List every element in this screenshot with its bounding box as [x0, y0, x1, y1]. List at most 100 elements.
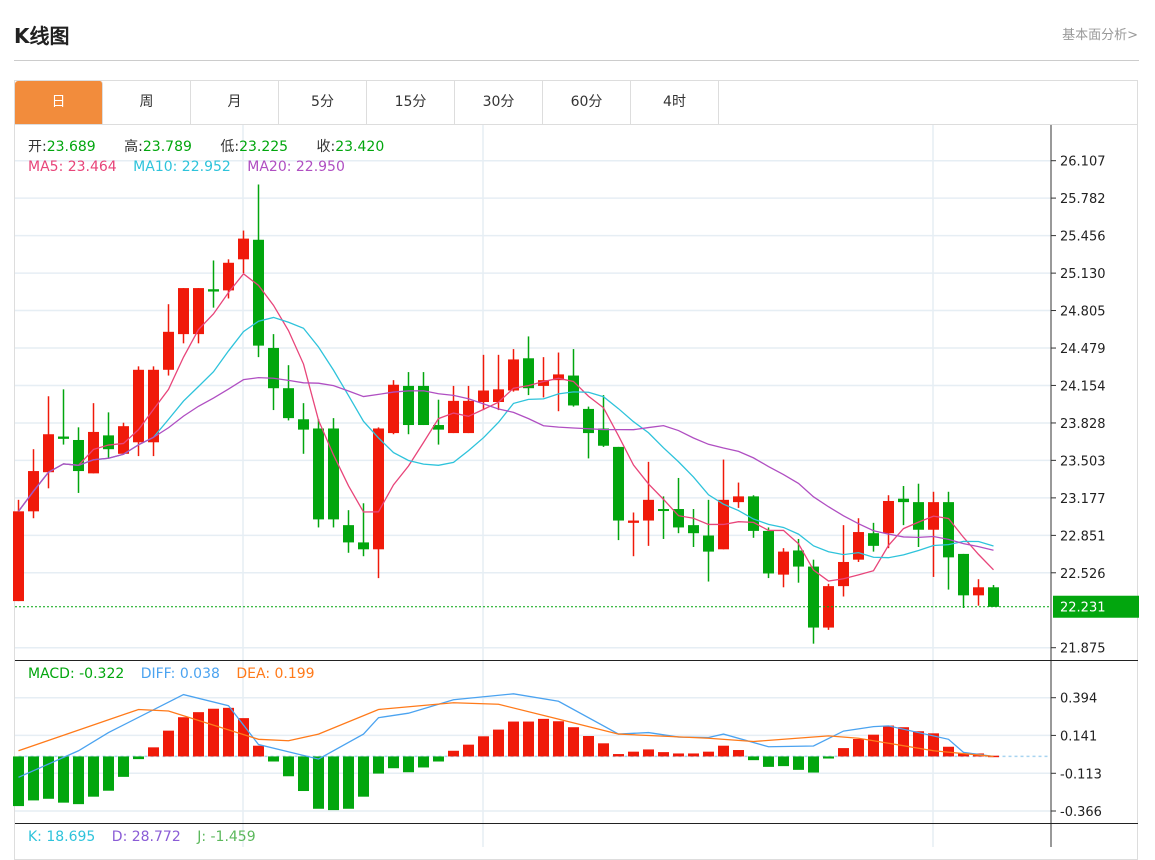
macd-bar — [103, 756, 114, 791]
candle-down — [988, 587, 999, 607]
macd-bar — [388, 756, 399, 769]
macd-bar — [73, 756, 84, 805]
macd-bar — [808, 756, 819, 773]
macd-bar — [28, 756, 39, 801]
candle-up — [493, 389, 504, 403]
high-value: 23.789 — [142, 139, 192, 155]
macd-bar — [838, 748, 849, 757]
candle-down — [73, 439, 84, 472]
diff-value: DIFF: 0.038 — [140, 666, 220, 682]
y-tick-label: 24.154 — [1060, 379, 1106, 394]
high-label: 高: — [124, 139, 143, 155]
macd-bar — [58, 756, 69, 803]
ma20-line — [17, 376, 994, 551]
y-tick-label: 24.479 — [1060, 342, 1106, 357]
macd-bar — [628, 751, 639, 757]
candle-up — [238, 238, 249, 260]
macd-tick-label: -0.113 — [1060, 767, 1102, 782]
macd-bar — [163, 730, 174, 757]
candle-down — [283, 388, 294, 419]
candle-down — [868, 533, 879, 546]
candle-up — [778, 551, 789, 575]
macd-bar — [778, 756, 789, 767]
y-tick-label: 23.828 — [1060, 417, 1106, 432]
y-tick-label: 25.782 — [1060, 192, 1106, 207]
d-value: D: 28.772 — [111, 829, 181, 845]
macd-bar — [223, 707, 234, 757]
open-value: 23.689 — [46, 139, 96, 155]
candle-down — [253, 239, 264, 346]
candle-up — [448, 400, 459, 434]
macd-bar — [613, 754, 624, 757]
macd-tick-label: 0.394 — [1060, 692, 1097, 707]
dea-value: DEA: 0.199 — [236, 666, 315, 682]
candle-down — [58, 436, 69, 439]
candle-up — [838, 561, 849, 587]
candle-up — [13, 511, 24, 602]
candle-up — [43, 434, 54, 473]
candle-down — [328, 428, 339, 520]
candle-up — [478, 390, 489, 403]
candle-up — [883, 500, 894, 534]
candle-down — [343, 525, 354, 543]
candle-down — [613, 446, 624, 521]
macd-bar — [148, 747, 159, 757]
macd-bar — [598, 743, 609, 757]
candle-up — [223, 262, 234, 291]
macd-bar — [328, 756, 339, 811]
macd-bar — [688, 753, 699, 757]
macd-bar — [538, 718, 549, 757]
candle-down — [298, 419, 309, 430]
low-label: 低: — [220, 139, 240, 155]
macd-bar — [898, 727, 909, 757]
y-tick-label: 22.851 — [1060, 529, 1106, 544]
candle-down — [208, 289, 219, 292]
macd-bar — [643, 749, 654, 757]
candle-down — [763, 530, 774, 574]
macd-bar — [478, 736, 489, 757]
candle-down — [598, 428, 609, 446]
macd-bar — [568, 727, 579, 757]
macd-bar — [283, 756, 294, 777]
macd-value: MACD: -0.322 — [28, 666, 125, 682]
macd-bar — [733, 750, 744, 757]
candle-down — [688, 525, 699, 534]
macd-bar — [253, 745, 264, 757]
macd-bar — [178, 717, 189, 757]
macd-bar — [418, 756, 429, 768]
candle-up — [853, 532, 864, 560]
macd-bar — [13, 756, 24, 807]
macd-info: MACD: -0.322 DIFF: 0.038 DEA: 0.199 — [28, 666, 327, 682]
candle-up — [733, 496, 744, 503]
macd-bar — [823, 756, 834, 759]
y-tick-label: 21.875 — [1060, 642, 1106, 657]
j-value: J: -1.459 — [197, 829, 256, 845]
candle-up — [178, 288, 189, 335]
macd-bar — [523, 721, 534, 757]
macd-bar — [763, 756, 774, 767]
macd-bar — [883, 725, 894, 757]
candle-down — [958, 553, 969, 596]
last-price-label: 22.231 — [1060, 601, 1106, 616]
macd-bar — [673, 753, 684, 757]
macd-bar — [913, 731, 924, 757]
candle-up — [133, 369, 144, 443]
macd-bar — [853, 738, 864, 757]
y-tick-label: 25.130 — [1060, 267, 1106, 282]
y-tick-label: 22.526 — [1060, 567, 1106, 582]
candle-down — [703, 535, 714, 552]
macd-bar — [448, 750, 459, 757]
macd-bar — [868, 734, 879, 757]
open-label: 开: — [28, 139, 47, 155]
candle-down — [808, 566, 819, 628]
macd-bar — [358, 756, 369, 797]
macd-bar — [403, 756, 414, 773]
candle-down — [568, 375, 579, 406]
ohlc-info: 开:23.689 高:23.789 低:23.225 收:23.420 — [28, 136, 408, 156]
kline-chart[interactable]: 26.107 25.782 25.456 25.130 24.805 24.479 24.1… — [0, 0, 1155, 847]
k-value: K: 18.695 — [28, 829, 96, 845]
candle-down — [793, 550, 804, 567]
macd-tick-label: -0.366 — [1060, 805, 1102, 820]
candle-up — [508, 359, 519, 391]
y-tick-label: 24.805 — [1060, 305, 1106, 320]
